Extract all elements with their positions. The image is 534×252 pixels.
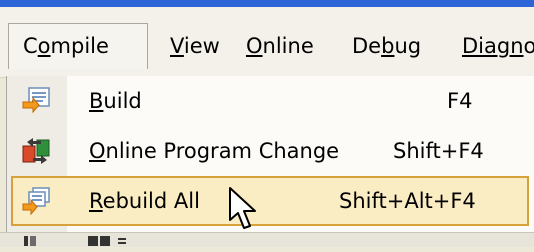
- menu-label: iew: [183, 34, 220, 58]
- menu-item-shortcut: Shift+F4: [393, 139, 484, 163]
- menu-label: ug: [394, 34, 422, 58]
- build-icon: [21, 86, 53, 116]
- menu-compile[interactable]: Compile: [8, 23, 148, 69]
- toolbar-strip: [0, 232, 534, 247]
- online-change-icon: [21, 136, 53, 166]
- menu-label: mpile: [50, 34, 109, 58]
- menu-item-build[interactable]: Build F4: [9, 76, 533, 126]
- menu-item-shortcut: F4: [447, 89, 473, 113]
- menu-diagnostics[interactable]: Diagno: [462, 23, 534, 69]
- menu-label-accel: o: [37, 34, 51, 58]
- menu-label: C: [23, 34, 38, 58]
- menu-item-rebuild-all[interactable]: Rebuild All Shift+Alt+F4: [11, 176, 529, 226]
- menu-label-accel: O: [246, 34, 263, 58]
- window-titlebar: [0, 0, 534, 7]
- menu-item-label: Build: [89, 89, 142, 113]
- menu-label: Diagn: [462, 34, 524, 58]
- menu-online[interactable]: Online: [246, 23, 314, 69]
- menu-debug[interactable]: Debug: [352, 23, 421, 69]
- menu-item-online-program-change[interactable]: Online Program Change Shift+F4: [9, 126, 533, 176]
- menu-label-accel: V: [170, 34, 184, 58]
- compile-dropdown-menu: Build F4 Online Program Change Shift+F4: [6, 76, 534, 244]
- menu-label: De: [352, 34, 382, 58]
- menu-label: o: [523, 34, 534, 58]
- menu-label: nline: [262, 34, 314, 58]
- menu-item-label: Rebuild All: [89, 189, 200, 213]
- menu-item-label: Online Program Change: [89, 139, 340, 163]
- rebuild-icon: [21, 186, 53, 216]
- mouse-pointer-icon: [226, 186, 264, 232]
- menu-item-shortcut: Shift+Alt+F4: [339, 189, 476, 213]
- menu-view[interactable]: View: [170, 23, 220, 69]
- menu-label-accel: b: [381, 34, 395, 58]
- menu-bar: Compile View Online Debug Diagno: [0, 7, 534, 78]
